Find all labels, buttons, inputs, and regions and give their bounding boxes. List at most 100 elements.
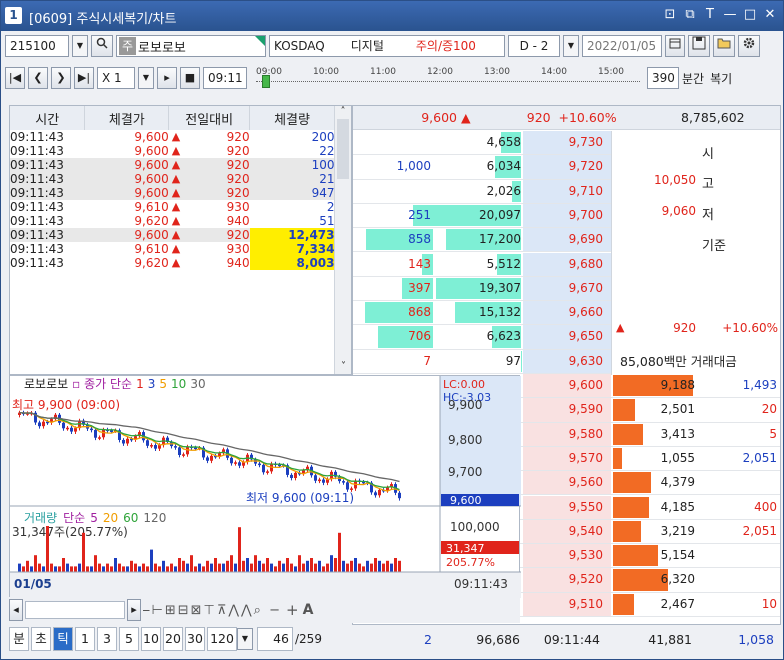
volume-bar: [30, 566, 33, 572]
tick-price: 9,620: [134, 214, 169, 228]
price-chart[interactable]: 로보로보 ▫ 종가 단순 1 3 5 10 30 최고 9,900 (09:00) 최저 9,6…: [10, 376, 521, 598]
minimize-button[interactable]: —: [721, 6, 739, 24]
ask-row[interactable]: 858 17,200 9,690: [353, 228, 611, 253]
tick-price: 9,610: [134, 200, 169, 214]
save-button[interactable]: [688, 35, 710, 57]
settings-button[interactable]: [738, 35, 760, 57]
tick-scrollbar[interactable]: ˄ ˅: [334, 106, 351, 374]
search-button[interactable]: [91, 35, 113, 57]
day-dropdown[interactable]: ▼: [563, 35, 579, 57]
bid-change: 1,493: [742, 378, 777, 392]
ask-row[interactable]: 4,658 9,730: [353, 131, 611, 156]
tab-틱[interactable]: 틱: [53, 627, 73, 651]
chart-scroll-right[interactable]: ▸: [127, 599, 141, 621]
y-tick: 9,800: [448, 433, 482, 447]
volume-bar: [318, 560, 321, 572]
tick-change: ▲ 930: [169, 242, 250, 256]
timeline-slider[interactable]: 09:00 10:00 11:00 12:00 13:00 14:00 15:00: [250, 67, 644, 89]
volume-bar: [78, 563, 81, 572]
tick-row: 09:11:43 9,620 ▲ 940 8,003: [10, 256, 335, 270]
candle: [378, 489, 381, 496]
ask-row[interactable]: 143 5,512 9,680: [353, 252, 611, 277]
tab-분[interactable]: 분: [9, 627, 29, 651]
timeline-tick: 11:00: [370, 67, 396, 77]
open-folder-button[interactable]: [713, 35, 735, 57]
speed-select[interactable]: X 1: [97, 67, 135, 89]
volume-bar: [166, 566, 169, 572]
ask-qty: 6,034: [486, 159, 521, 174]
stock-name-field[interactable]: 주 로보로보: [116, 35, 266, 57]
ask-price: 9,630: [523, 349, 611, 373]
tab-120[interactable]: 120: [207, 627, 237, 651]
period-dropdown[interactable]: ▼: [237, 628, 253, 650]
time-input[interactable]: 09:11: [203, 67, 247, 89]
layout-icon[interactable]: ⊡: [661, 6, 679, 24]
legend-name: 로보로보: [24, 377, 68, 391]
timeline-handle[interactable]: [262, 75, 270, 88]
font-icon[interactable]: T: [701, 6, 719, 24]
candle: [94, 429, 97, 438]
volume-bar: [150, 549, 153, 572]
first-button[interactable]: |◀: [5, 67, 25, 89]
volume-bar: [314, 563, 317, 572]
bid-change: 5: [769, 426, 777, 441]
code-dropdown[interactable]: ▼: [72, 35, 88, 57]
zoom-in-icon[interactable]: +: [286, 601, 299, 619]
tab-10[interactable]: 10: [141, 627, 161, 651]
tab-3[interactable]: 3: [97, 627, 117, 651]
volume-bar: [270, 563, 273, 572]
minutes-input[interactable]: 390: [647, 67, 679, 89]
volume-bar: [374, 558, 377, 572]
date-field[interactable]: 2022/01/05: [582, 35, 662, 57]
day-select[interactable]: D - 2: [508, 35, 560, 57]
ask-price: 9,680: [523, 252, 611, 276]
candle: [178, 447, 181, 455]
volume-current-tag: 31,347: [446, 542, 485, 555]
ask-row[interactable]: 251 20,097 9,700: [353, 203, 611, 229]
ask-row[interactable]: 868 15,132 9,660: [353, 301, 611, 326]
ask-change: 1,000: [396, 159, 431, 174]
scroll-thumb[interactable]: [337, 119, 349, 179]
page-input[interactable]: 46: [257, 627, 293, 651]
text-tool-icon[interactable]: A: [303, 602, 314, 618]
drawing-tools[interactable]: ⎯⊢⊞⊟⊠⊤⊼⋀⋀⌕ −: [143, 603, 282, 618]
scroll-up-icon[interactable]: ˄: [335, 106, 351, 117]
scroll-down-icon[interactable]: ˅: [335, 361, 352, 372]
speed-dropdown[interactable]: ▼: [138, 67, 154, 89]
volume-bar: [186, 563, 189, 572]
next-button[interactable]: ❯: [51, 67, 71, 89]
legend-ma: 1: [136, 377, 144, 391]
volume-bar: [390, 563, 393, 572]
tab-1[interactable]: 1: [75, 627, 95, 651]
chart-scrollbar[interactable]: [25, 601, 125, 619]
maximize-button[interactable]: □: [741, 6, 759, 24]
ask-row[interactable]: 7 97 9,630: [353, 349, 611, 374]
prev-button[interactable]: ❮: [28, 67, 48, 89]
tick-change: ▲ 940: [169, 214, 250, 228]
close-button[interactable]: ✕: [761, 6, 779, 24]
tick-change-value: 920: [226, 144, 250, 158]
candle: [98, 437, 101, 439]
tick-change-value: 920: [226, 228, 250, 242]
stock-code-input[interactable]: 215100: [5, 35, 69, 57]
play-button[interactable]: ▸: [157, 67, 177, 89]
volume-bar: [138, 566, 141, 572]
tick-price: 9,600: [134, 144, 169, 158]
calendar-button[interactable]: [665, 35, 685, 57]
tab-5[interactable]: 5: [119, 627, 139, 651]
ask-price: 9,670: [523, 276, 611, 301]
ask-row[interactable]: 2,026 9,710: [353, 179, 611, 204]
tab-초[interactable]: 초: [31, 627, 51, 651]
window-number[interactable]: 1: [5, 7, 22, 24]
tab-20[interactable]: 20: [163, 627, 183, 651]
ask-row[interactable]: 397 19,307 9,670: [353, 276, 611, 302]
up-triangle-icon: ▲: [461, 110, 471, 125]
tab-30[interactable]: 30: [185, 627, 205, 651]
ask-row[interactable]: 1,000 6,034 9,720: [353, 155, 611, 180]
chart-scroll-left[interactable]: ◂: [9, 599, 23, 621]
copy-window-icon[interactable]: ⧉: [681, 6, 699, 24]
candle: [38, 422, 41, 427]
ask-row[interactable]: 706 6,623 9,650: [353, 325, 611, 350]
stop-button[interactable]: ■: [180, 67, 200, 89]
last-button[interactable]: ▶|: [74, 67, 94, 89]
